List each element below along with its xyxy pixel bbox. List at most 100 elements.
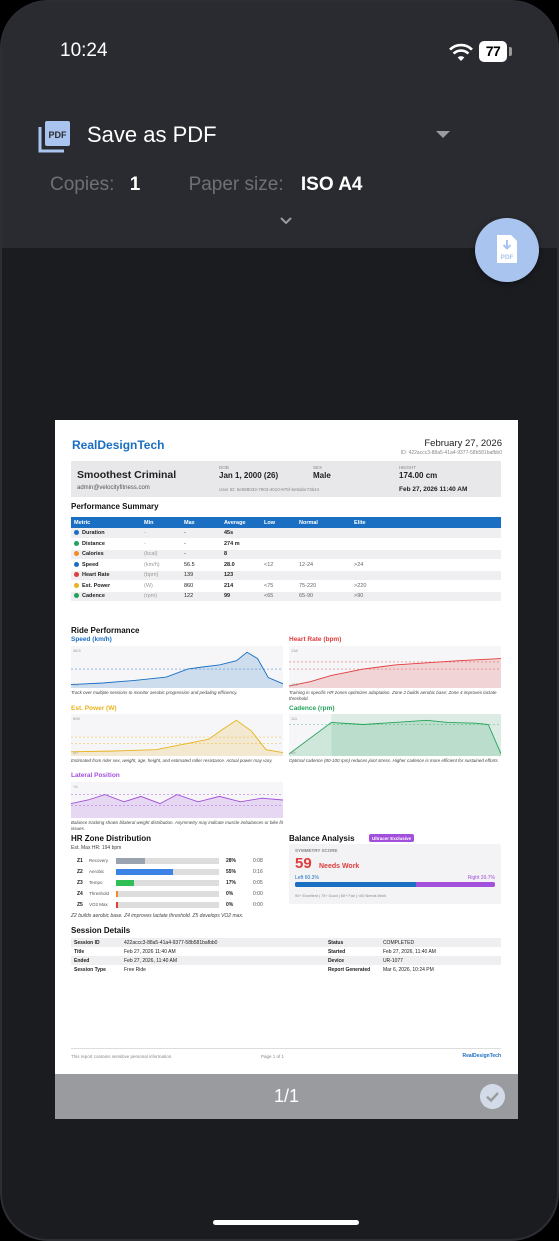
perf-range: 12-24 <box>296 559 351 571</box>
session-row: Session Type Free Ride Report Generated Mar… <box>71 965 501 974</box>
axis-max-label: 111 <box>291 716 298 721</box>
hr-zone-row: Z3 Tempo 17% 0:05 <box>71 879 271 888</box>
perf-range <box>351 549 501 560</box>
metric-dot <box>74 561 79 567</box>
perf-range: <12 <box>261 559 296 571</box>
balance-bar <box>295 882 495 887</box>
pdf-page-preview[interactable]: RealDesignTech February 27, 2026 ID: 422… <box>55 420 518 1074</box>
check-icon[interactable] <box>480 1084 505 1109</box>
svg-text:PDF: PDF <box>49 130 68 140</box>
perf-range <box>261 549 296 560</box>
session-key: Status <box>324 938 380 947</box>
perf-max: - <box>181 528 221 539</box>
height-value: 174.00 cm <box>399 471 438 480</box>
perf-range <box>296 549 351 560</box>
metric-dot <box>74 582 79 588</box>
heart-rate-caption: Training in specific HR zones optimizes … <box>289 690 497 701</box>
perf-range <box>351 570 501 581</box>
perf-range: 75-220 <box>296 580 351 592</box>
perf-min: (kcal) <box>141 549 181 560</box>
zone-percent: 0% <box>226 902 234 908</box>
download-pdf-button[interactable]: PDF <box>475 218 539 282</box>
symmetry-verdict: Needs Work <box>319 863 360 870</box>
zone-name: Threshold <box>89 891 110 896</box>
perf-col-header: Normal <box>296 517 351 528</box>
perf-range: 65-90 <box>296 591 351 602</box>
symmetry-score-label: SYMMETRY SCORE <box>295 848 338 853</box>
print-summary[interactable]: Copies: 1 Paper size: ISO A4 <box>50 174 362 196</box>
report-date: February 27, 2026 <box>424 438 502 449</box>
status-time: 10:24 <box>60 40 108 61</box>
perf-col-header: Average <box>221 517 261 528</box>
perf-metric: Calories <box>71 549 141 560</box>
perf-row: Speed (km/h) 56.5 28.0 <12 12-24 >24 <box>71 559 501 571</box>
symmetry-score-value: 59 <box>295 855 312 872</box>
session-key: Ended <box>71 956 121 965</box>
metric-name: Duration <box>82 530 105 536</box>
perf-row: Duration - -45s <box>71 528 501 539</box>
perf-max: - <box>181 549 221 560</box>
home-indicator[interactable] <box>213 1220 359 1225</box>
session-value: UR-1077 <box>379 956 501 965</box>
report-id: ID: 422accc3-88a5-41a4-9377-58b581bafbb0 <box>400 450 502 456</box>
phone-screen: 10:24 77 PDF Save as PDF Copies: 1 Paper… <box>0 0 559 1241</box>
zone-bar-fill <box>116 891 118 897</box>
metric-dot <box>74 551 79 557</box>
zone-id: Z4 <box>77 891 83 897</box>
axis-min-label: 49 <box>291 750 296 755</box>
perf-range <box>296 570 351 581</box>
perf-metric: Est. Power <box>71 580 141 592</box>
perf-range: >24 <box>351 559 501 571</box>
session-value: Feb 27, 2026, 11:40 AM <box>121 956 325 965</box>
session-key: Device <box>324 956 380 965</box>
footer-divider <box>71 1048 501 1049</box>
speed-chart-title: Speed (km/h) <box>71 636 112 643</box>
perf-range <box>296 528 351 539</box>
session-details-table: Session ID 422accc3-88a5-41a4-9377-58b581… <box>71 938 501 974</box>
zone-name: Aerobic <box>89 869 105 874</box>
perf-col-header: Low <box>261 517 296 528</box>
printer-select[interactable]: Save as PDF <box>87 122 217 148</box>
axis-max-label: +6 <box>73 784 78 789</box>
page-count: 1/1 <box>273 1086 300 1106</box>
power-caption: Estimated from rider sex, weight, age, h… <box>71 758 273 763</box>
balance-card: SYMMETRY SCORE 59 Needs Work Left 60.3% … <box>289 844 501 904</box>
battery-icon: 77 <box>479 41 507 62</box>
heart-rate-chart-title: Heart Rate (bpm) <box>289 636 342 643</box>
perf-metric: Duration <box>71 528 141 539</box>
zone-id: Z1 <box>77 858 83 864</box>
hr-zone-row: Z1 Recovery 28% 0:08 <box>71 857 271 866</box>
hr-zone-row: Z4 Threshold 0% 0:00 <box>71 890 271 899</box>
score-legend: 90+ Excellent | 75+ Good | 60+ Fair | <6… <box>295 894 387 898</box>
metric-name: Speed <box>82 561 99 568</box>
expand-options-icon[interactable] <box>278 214 294 228</box>
performance-table-body: Duration - -45s Distance - -274 m Calories (kca… <box>71 528 501 602</box>
session-datetime: Feb 27, 2026 11:40 AM <box>399 486 468 493</box>
perf-row: Heart Rate (bpm) 139 123 <box>71 570 501 581</box>
user-id: User ID: 6e588033-7903-4010-975f-6e5abe7… <box>219 487 320 492</box>
perf-range: <65 <box>261 591 296 602</box>
session-value: COMPLETED <box>379 938 501 947</box>
power-chart: 698 20 <box>71 714 283 756</box>
metric-name: Calories <box>82 551 104 558</box>
zone-time: 0:05 <box>253 880 263 886</box>
perf-range: <75 <box>261 580 296 592</box>
sex-value: Male <box>313 471 331 480</box>
right-balance: Right 39.7% <box>467 875 495 881</box>
perf-range: >220 <box>351 580 501 592</box>
metric-name: Cadence <box>82 593 105 600</box>
svg-text:PDF: PDF <box>501 254 514 261</box>
page-indicator-bar: 1/1 <box>55 1074 518 1119</box>
perf-min: (rpm) <box>141 591 181 602</box>
hr-zone-title: HR Zone Distribution <box>71 834 151 843</box>
sex-label: SEX <box>313 465 323 470</box>
wifi-icon <box>449 43 473 61</box>
footer-page: Page 1 of 1 <box>261 1054 285 1059</box>
user-card: Smoothest Criminal admin@velocityfitness… <box>71 461 501 497</box>
axis-max-label: 138 <box>291 648 298 653</box>
copies-label: Copies: <box>50 174 115 195</box>
zone-id: Z3 <box>77 880 83 886</box>
session-details-title: Session Details <box>71 926 131 935</box>
chevron-down-icon[interactable] <box>436 131 450 138</box>
perf-avg: 274 m <box>221 538 261 550</box>
